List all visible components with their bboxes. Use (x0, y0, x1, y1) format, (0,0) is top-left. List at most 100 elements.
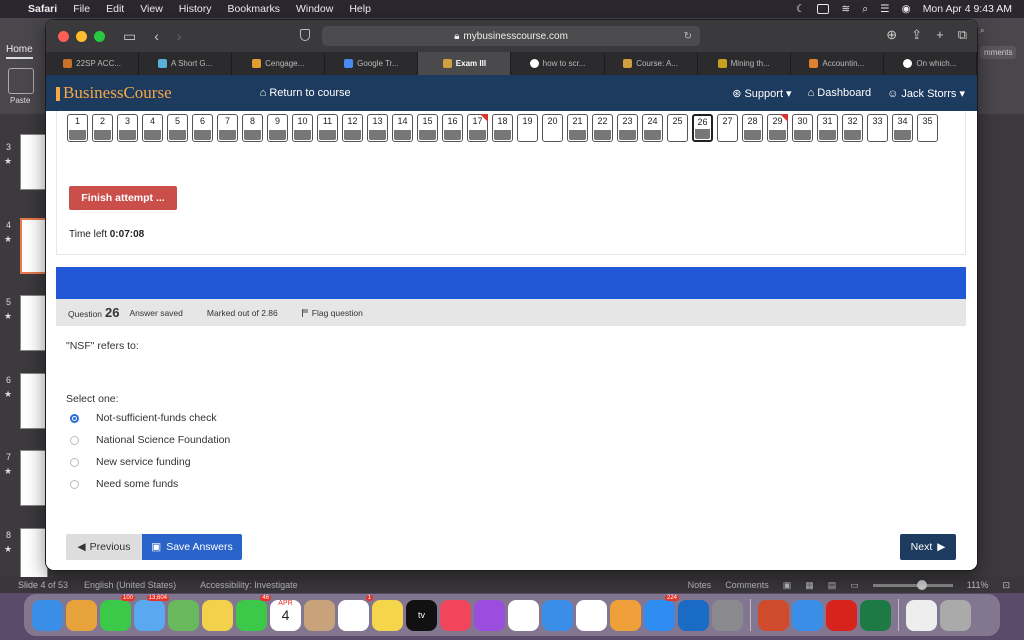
calendar-icon[interactable]: APR 4 (270, 599, 301, 631)
question-nav-button[interactable]: 29 (767, 114, 788, 142)
question-nav-button[interactable]: 7 (217, 114, 238, 142)
wifi-icon[interactable]: ≋ (841, 3, 850, 15)
maps-icon[interactable] (168, 599, 199, 631)
browser-tab[interactable]: On which... (884, 52, 977, 75)
radio-unselected[interactable] (70, 479, 79, 489)
question-nav-button[interactable]: 24 (642, 114, 663, 142)
question-nav-button[interactable]: 28 (742, 114, 763, 142)
slide-thumbnail[interactable] (20, 373, 48, 429)
menu-help[interactable]: Help (349, 3, 371, 15)
powerpoint-icon[interactable] (758, 599, 789, 631)
answer-option[interactable]: National Science Foundation (70, 429, 230, 451)
excel-icon[interactable] (860, 599, 891, 631)
app-store-icon[interactable]: 224 (644, 594, 679, 631)
question-nav-button[interactable]: 12 (342, 114, 363, 142)
news-icon[interactable] (508, 599, 539, 631)
zoom-slider[interactable] (872, 579, 953, 590)
question-nav-button[interactable]: 2 (92, 114, 113, 142)
finder-icon[interactable] (32, 599, 63, 631)
question-nav-button[interactable]: 8 (242, 114, 263, 142)
sidebar-icon[interactable]: ▭ (123, 28, 136, 45)
notes-icon[interactable] (372, 599, 403, 631)
dashboard-link[interactable]: ⌂ Dashboard (808, 87, 872, 100)
option-label[interactable]: Not-sufficient-funds check (96, 412, 217, 424)
menu-view[interactable]: View (140, 3, 163, 15)
question-nav-button[interactable]: 32 (842, 114, 863, 142)
question-nav-button[interactable]: 30 (792, 114, 813, 142)
notes-button[interactable]: Notes (688, 580, 712, 590)
flag-question-button[interactable]: Flag question (301, 308, 363, 318)
question-nav-button[interactable]: 27 (717, 114, 738, 142)
outlook-icon[interactable] (678, 599, 709, 631)
moon-icon[interactable]: ☾ (796, 3, 805, 15)
next-button[interactable]: Next ▶ (900, 534, 956, 560)
podcasts-icon[interactable] (474, 599, 505, 631)
document-stack-icon[interactable] (906, 599, 937, 631)
return-to-course-link[interactable]: ⌂ Return to course (260, 87, 351, 99)
privacy-shield-icon[interactable] (300, 29, 310, 41)
answer-option[interactable]: New service funding (70, 451, 230, 473)
question-nav-button[interactable]: 35 (917, 114, 938, 142)
question-nav-button[interactable]: 22 (592, 114, 613, 142)
reload-icon[interactable]: ↻ (684, 31, 692, 42)
close-window-button[interactable] (58, 30, 69, 42)
browser-tab[interactable]: Mining th... (698, 52, 791, 75)
tab-home[interactable]: Home (6, 44, 33, 59)
radio-unselected[interactable] (70, 457, 79, 467)
keynote-icon[interactable] (542, 599, 573, 631)
ribbon-search-icon[interactable]: ⌕ (980, 26, 984, 36)
menu-edit[interactable]: Edit (106, 3, 124, 15)
save-answers-button[interactable]: ▣ Save Answers (142, 534, 242, 560)
comments-button[interactable]: mments (980, 46, 1017, 59)
answer-option[interactable]: Need some funds (70, 473, 230, 495)
sorter-view-icon[interactable]: ▦ (805, 580, 814, 591)
support-menu[interactable]: ⊛ Support ▾ (732, 87, 791, 100)
option-label[interactable]: National Science Foundation (96, 434, 230, 446)
menu-history[interactable]: History (179, 3, 212, 15)
question-nav-button[interactable]: 11 (317, 114, 338, 142)
browser-tab[interactable]: how to scr... (511, 52, 605, 75)
question-nav-button[interactable]: 9 (267, 114, 288, 142)
slide-thumbnail[interactable] (20, 134, 48, 190)
search-icon[interactable]: ⌕ (862, 3, 868, 16)
share-icon[interactable]: ⇪ (911, 27, 922, 43)
control-center-icon[interactable]: ☰ (880, 3, 889, 15)
photos-icon[interactable] (202, 599, 233, 631)
browser-tab[interactable]: Accountin... (791, 52, 884, 75)
site-logo[interactable]: BusinessCourse (56, 83, 172, 103)
menu-app-name[interactable]: Safari (28, 3, 57, 15)
question-nav-button[interactable]: 21 (567, 114, 588, 142)
browser-tab[interactable]: A Short G... (139, 52, 233, 75)
download-icon[interactable]: ⊕ (886, 27, 897, 43)
menu-file[interactable]: File (73, 3, 90, 15)
radio-unselected[interactable] (70, 435, 79, 445)
launchpad-icon[interactable] (66, 599, 97, 631)
user-menu[interactable]: ☺ Jack Storrs ▾ (887, 87, 965, 100)
acrobat-icon[interactable] (826, 599, 857, 631)
browser-tab[interactable]: 22SP ACC... (46, 52, 140, 75)
question-nav-button[interactable]: 13 (367, 114, 388, 142)
language[interactable]: English (United States) (84, 580, 176, 590)
forward-icon[interactable]: › (177, 28, 182, 44)
normal-view-icon[interactable]: ▣ (783, 580, 792, 591)
question-nav-button[interactable]: 15 (417, 114, 438, 142)
question-nav-button[interactable]: 5 (167, 114, 188, 142)
contacts-icon[interactable] (304, 599, 335, 631)
siri-icon[interactable]: ◉ (902, 3, 911, 15)
back-icon[interactable]: ‹ (154, 28, 159, 44)
clock[interactable]: Mon Apr 4 9:43 AM (923, 3, 1012, 15)
trash-icon[interactable] (940, 599, 971, 631)
question-nav-button[interactable]: 18 (492, 114, 513, 142)
zoom-level[interactable]: 111% (967, 580, 989, 590)
question-nav-button[interactable]: 4 (142, 114, 163, 142)
question-nav-button[interactable]: 23 (617, 114, 638, 142)
question-nav-button[interactable]: 31 (817, 114, 838, 142)
facetime-icon[interactable]: 46 (236, 594, 271, 631)
browser-tab[interactable]: Cengage... (232, 52, 326, 75)
question-nav-button[interactable]: 16 (442, 114, 463, 142)
question-nav-button[interactable]: 34 (892, 114, 913, 142)
reminders-icon[interactable]: 1 (338, 594, 373, 631)
slide-thumbnail[interactable] (20, 450, 48, 506)
question-nav-button[interactable]: 1 (67, 114, 88, 142)
address-bar[interactable]: 🔒︎ mybusinesscourse.com ↻ (322, 26, 700, 46)
